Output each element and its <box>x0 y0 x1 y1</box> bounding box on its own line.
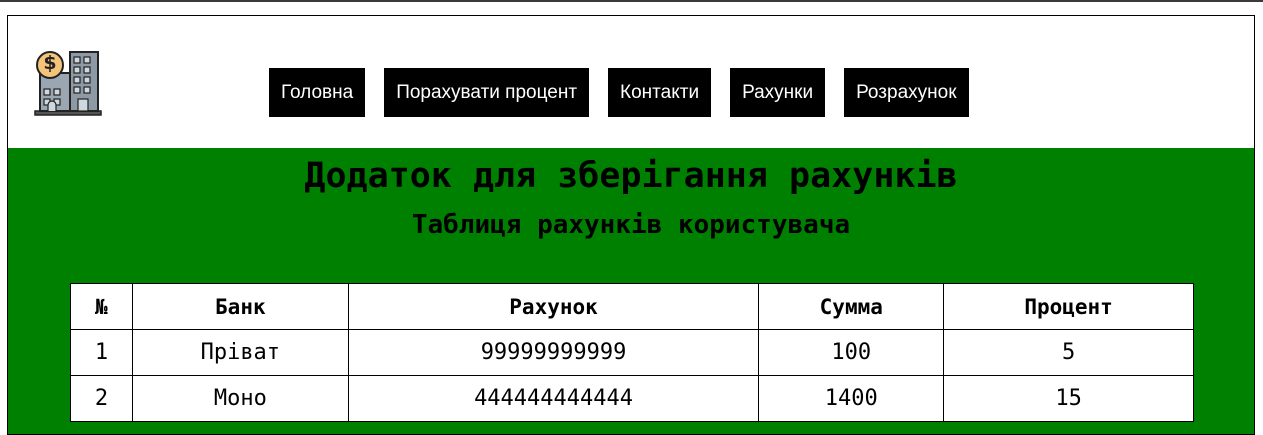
table-row: 1 Пріват 99999999999 100 5 <box>70 329 1194 376</box>
nav-calculation-button[interactable]: Розрахунок <box>844 68 969 117</box>
cell-percent: 15 <box>943 375 1194 422</box>
header-number: № <box>70 283 133 330</box>
nav-calculate-percent-button[interactable]: Порахувати процент <box>384 68 590 117</box>
cell-account: 444444444444 <box>347 375 760 422</box>
accounts-table: № Банк Рахунок Сумма Процент 1 Пріват 99… <box>70 283 1194 422</box>
table-row: 2 Моно 444444444444 1400 15 <box>70 375 1194 422</box>
bank-building-icon[interactable]: $ <box>34 49 102 117</box>
main-nav: Головна Порахувати процент Контакти Раху… <box>269 68 969 117</box>
cell-number: 1 <box>70 329 133 376</box>
table-header-row: № Банк Рахунок Сумма Процент <box>70 283 1194 330</box>
nav-home-button[interactable]: Головна <box>269 68 366 117</box>
page-subtitle: Таблиця рахунків користувача <box>411 210 851 240</box>
nav-contacts-button[interactable]: Контакти <box>608 68 712 117</box>
cell-percent: 5 <box>943 329 1194 376</box>
page-frame: $ Головна Порахувати процент Контакти Ра… <box>7 15 1255 435</box>
cell-sum: 100 <box>758 329 945 376</box>
window-top-border <box>0 0 1263 2</box>
page-title: Додаток для зберігання рахунків <box>304 156 958 196</box>
site-header: $ Головна Порахувати процент Контакти Ра… <box>8 16 1254 148</box>
header-account: Рахунок <box>347 283 760 330</box>
nav-accounts-button[interactable]: Рахунки <box>730 68 826 117</box>
header-sum: Сумма <box>758 283 945 330</box>
cell-sum: 1400 <box>758 375 945 422</box>
cell-number: 2 <box>70 375 133 422</box>
header-percent: Процент <box>943 283 1194 330</box>
header-bank: Банк <box>131 283 349 330</box>
cell-bank: Пріват <box>131 329 349 376</box>
main-section: Додаток для зберігання рахунків Таблиця … <box>8 148 1254 434</box>
dollar-sign: $ <box>43 52 57 74</box>
cell-bank: Моно <box>131 375 349 422</box>
cell-account: 99999999999 <box>347 329 760 376</box>
